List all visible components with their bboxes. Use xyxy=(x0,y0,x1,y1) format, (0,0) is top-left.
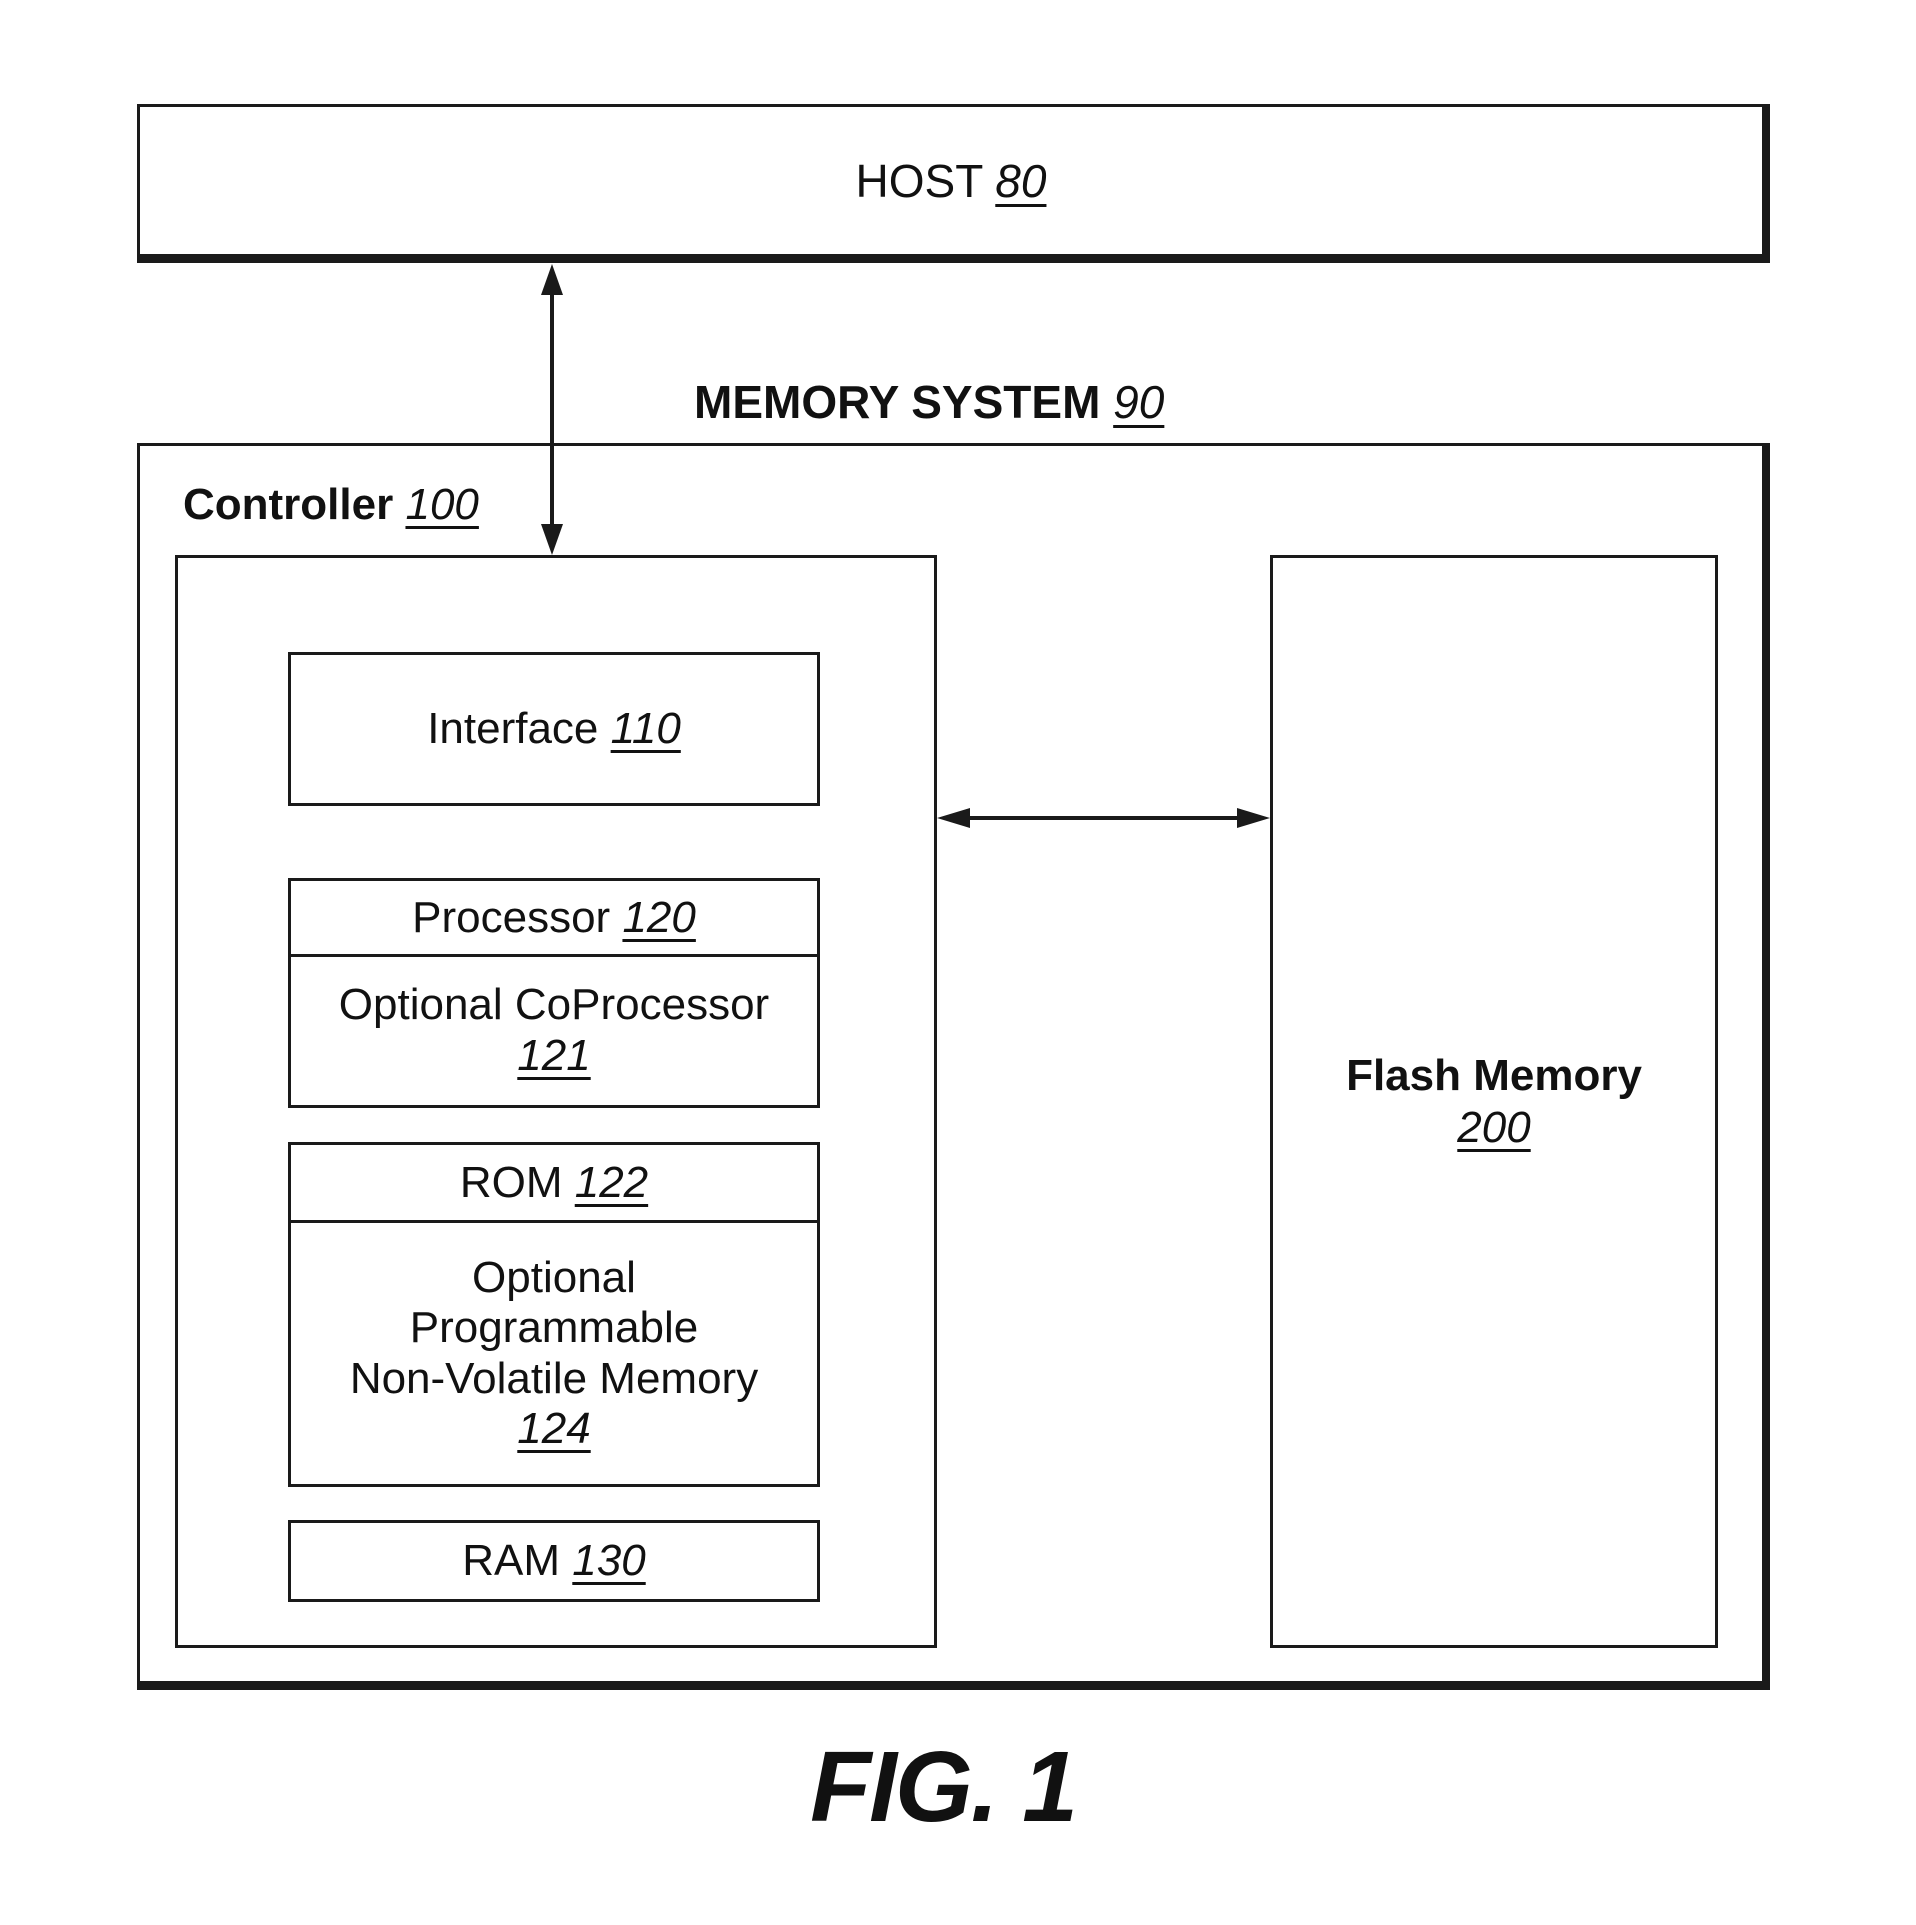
figure-caption-text: FIG. 1 xyxy=(810,1731,1078,1843)
ram-block: RAM 130 xyxy=(288,1520,820,1602)
pnvm-line1: Optional xyxy=(472,1253,636,1303)
host-ref: 80 xyxy=(995,154,1047,207)
coprocessor-name: Optional CoProcessor xyxy=(338,980,770,1030)
processor-block: Processor 120 Optional CoProcessor 121 xyxy=(288,878,820,1108)
arrowhead-up-icon xyxy=(541,264,563,295)
memory-system-ref: 90 xyxy=(1113,376,1165,428)
rom-block: ROM 122 Optional Programmable Non-Volati… xyxy=(288,1142,820,1487)
controller-name: Controller xyxy=(183,480,394,529)
flash-memory-name: Flash Memory xyxy=(1346,1050,1642,1100)
host-label: HOST 80 xyxy=(140,107,1762,254)
rom-name: ROM xyxy=(459,1157,563,1207)
pnvm-line2: Programmable xyxy=(409,1303,699,1353)
interface-block: Interface 110 xyxy=(288,652,820,806)
figure-caption: FIG. 1 xyxy=(0,1730,1916,1845)
interface-ref: 110 xyxy=(610,704,681,753)
ram-ref: 130 xyxy=(572,1536,646,1585)
host-block: HOST 80 xyxy=(137,104,1770,263)
processor-name: Processor xyxy=(412,892,611,942)
flash-memory-block: Flash Memory 200 xyxy=(1270,555,1718,1648)
processor-label: Processor 120 xyxy=(291,881,817,954)
rom-ref: 122 xyxy=(574,1157,649,1207)
flash-memory-ref: 200 xyxy=(1457,1102,1531,1152)
host-name: HOST xyxy=(855,154,983,207)
controller-ref: 100 xyxy=(405,480,479,529)
coprocessor-ref: 121 xyxy=(517,1031,591,1080)
pnvm-block: Optional Programmable Non-Volatile Memor… xyxy=(291,1223,817,1484)
ram-name: RAM xyxy=(462,1536,561,1585)
processor-ref: 120 xyxy=(622,892,696,942)
controller-label: Controller 100 xyxy=(183,480,479,530)
memory-system-label: MEMORY SYSTEM 90 xyxy=(694,375,1164,429)
interface-name: Interface xyxy=(427,704,599,753)
coprocessor-block: Optional CoProcessor 121 xyxy=(291,957,817,1105)
pnvm-ref: 124 xyxy=(517,1403,591,1453)
rom-label: ROM 122 xyxy=(291,1145,817,1220)
pnvm-line3: Non-Volatile Memory xyxy=(349,1353,759,1403)
memory-system-name: MEMORY SYSTEM xyxy=(694,376,1101,428)
